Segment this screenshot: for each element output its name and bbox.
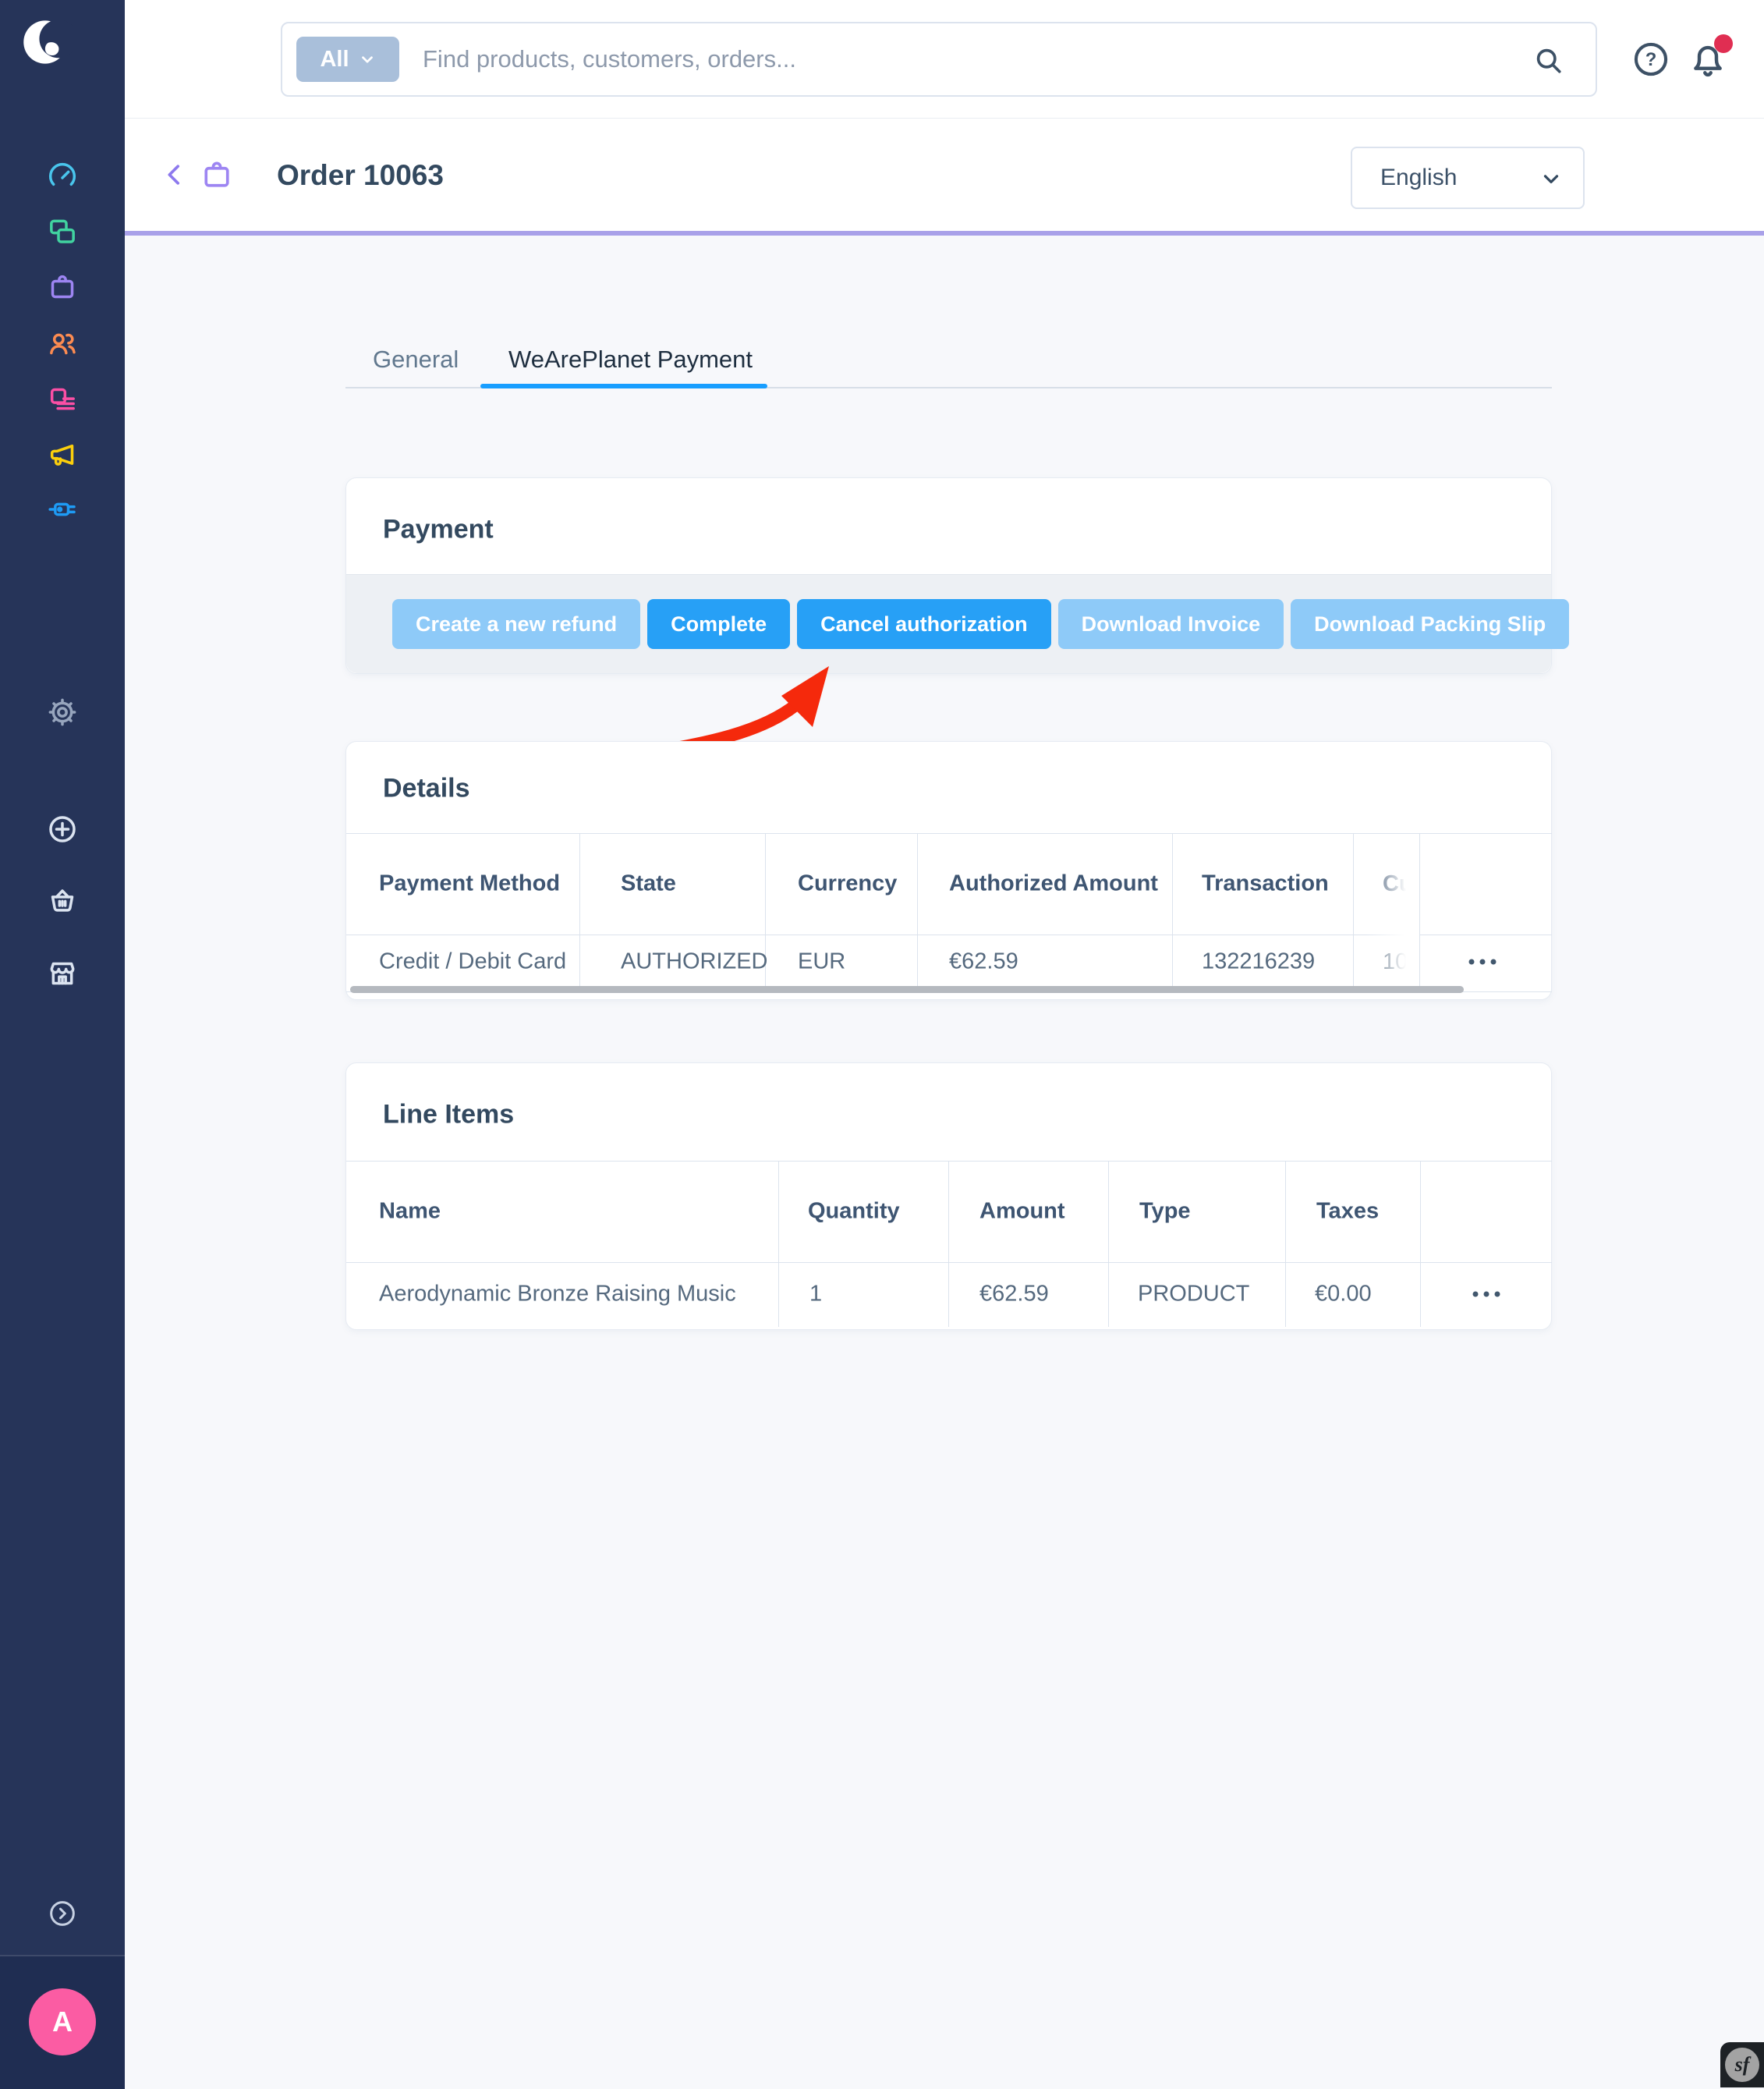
line-items-cell-quantity: 1 (809, 1282, 822, 1307)
expand-chevron-icon (47, 1898, 78, 1929)
details-cell-state: AUTHORIZED (621, 949, 768, 975)
active-tab-underline (480, 384, 767, 388)
dashboard-gauge-icon (47, 161, 78, 193)
add-circle-icon (47, 814, 78, 845)
orders-bag-icon (47, 271, 78, 303)
cancel-authorization-button[interactable]: Cancel authorization (797, 599, 1051, 649)
settings-gear-icon (47, 697, 78, 728)
line-items-row-actions-button[interactable] (1473, 1292, 1500, 1297)
language-select-value: English (1380, 165, 1457, 191)
details-col-currency: Currency (798, 871, 897, 897)
sidebar-item-shop[interactable] (47, 885, 78, 916)
tab-general[interactable]: General (373, 346, 459, 374)
payment-card: Payment Create a new refund Complete Can… (345, 477, 1552, 674)
payment-actions-bar: Create a new refund Complete Cancel auth… (346, 574, 1551, 673)
page-title: Order 10063 (277, 159, 444, 192)
sidebar-item-dashboard[interactable] (47, 161, 78, 193)
line-items-cell-taxes: €0.00 (1315, 1282, 1372, 1307)
download-packing-slip-button[interactable]: Download Packing Slip (1291, 599, 1569, 649)
details-col-authorized-amount: Authorized Amount (949, 871, 1158, 897)
sidebar-item-settings[interactable] (47, 697, 78, 728)
horizontal-scrollbar[interactable] (350, 986, 1464, 993)
sidebar: A (0, 0, 125, 2087)
line-items-card-title: Line Items (383, 1100, 514, 1130)
sidebar-item-extensions[interactable] (47, 494, 78, 525)
topbar: All Find products, customers, orders... … (125, 0, 1764, 119)
extensions-plug-icon (47, 494, 78, 525)
sidebar-item-marketing[interactable] (47, 439, 78, 470)
line-items-cell-amount: €62.59 (979, 1282, 1049, 1307)
search-scope-dropdown[interactable]: All (296, 37, 399, 82)
download-invoice-button[interactable]: Download Invoice (1058, 599, 1284, 649)
sidebar-item-add[interactable] (47, 814, 78, 845)
search-icon (1532, 44, 1566, 78)
symfony-profiler-toggle[interactable]: sf (1720, 2042, 1764, 2087)
sidebar-item-orders[interactable] (47, 271, 78, 303)
line-items-cell-type: PRODUCT (1138, 1282, 1249, 1307)
help-button[interactable]: ? (1631, 39, 1671, 80)
payment-card-title: Payment (383, 515, 494, 545)
details-col-transaction: Transaction (1202, 871, 1329, 897)
storefront-icon (47, 958, 78, 989)
sidebar-item-catalogues[interactable] (47, 216, 78, 247)
avatar-letter: A (52, 2006, 73, 2038)
customers-icon (47, 328, 78, 359)
details-cell-currency: EUR (798, 949, 845, 975)
sidebar-expand-button[interactable] (47, 1898, 78, 1929)
line-items-card: Line Items Name Quantity Amount Type Tax… (345, 1062, 1552, 1330)
line-items-col-type: Type (1139, 1199, 1191, 1225)
create-refund-button[interactable]: Create a new refund (392, 599, 640, 649)
details-col-state: State (621, 871, 676, 897)
details-card: Details Payment Method State Currency Au… (345, 741, 1552, 1000)
shopware-logo-icon (20, 16, 73, 69)
symfony-logo-icon: sf (1725, 2048, 1759, 2082)
details-cell-payment-method: Credit / Debit Card (379, 949, 566, 975)
sidebar-item-content[interactable] (47, 384, 78, 415)
details-cell-transaction: 132216239 (1202, 949, 1315, 975)
shop-basket-icon (47, 885, 78, 916)
chevron-down-icon (359, 51, 376, 68)
sidebar-item-customers[interactable] (47, 328, 78, 359)
help-icon: ? (1631, 39, 1671, 80)
marketing-megaphone-icon (47, 439, 78, 470)
chevron-down-icon (1539, 167, 1563, 190)
search-scope-label: All (320, 47, 349, 73)
column-fade-overlay (1366, 834, 1419, 991)
complete-button[interactable]: Complete (647, 599, 790, 649)
line-items-col-quantity: Quantity (808, 1199, 900, 1225)
tab-wearplanet-payment[interactable]: WeArePlanet Payment (508, 346, 753, 374)
catalogues-icon (47, 216, 78, 247)
svg-text:?: ? (1645, 49, 1657, 70)
smartbar: Order 10063 English (125, 119, 1764, 236)
line-items-col-name: Name (379, 1199, 441, 1225)
notification-badge (1714, 34, 1733, 53)
shopware-logo[interactable] (20, 16, 73, 69)
details-card-title: Details (383, 774, 470, 804)
details-row-actions-button[interactable] (1469, 959, 1497, 965)
sidebar-item-storefront[interactable] (47, 958, 78, 989)
details-col-payment-method: Payment Method (379, 871, 560, 897)
content-layout-icon (47, 384, 78, 415)
order-bag-icon (200, 158, 234, 192)
sidebar-user-section: A (0, 1955, 125, 2089)
line-items-col-taxes: Taxes (1316, 1199, 1379, 1225)
search-placeholder: Find products, customers, orders... (423, 45, 796, 73)
notifications-button[interactable] (1686, 37, 1730, 81)
details-cell-authorized-amount: €62.59 (949, 949, 1018, 975)
language-select[interactable]: English (1351, 147, 1585, 209)
back-button[interactable] (159, 159, 190, 190)
global-search-input[interactable]: All Find products, customers, orders... (281, 22, 1597, 97)
line-items-col-amount: Amount (979, 1199, 1065, 1225)
avatar[interactable]: A (29, 1988, 96, 2055)
line-items-cell-name: Aerodynamic Bronze Raising Music (379, 1282, 736, 1307)
